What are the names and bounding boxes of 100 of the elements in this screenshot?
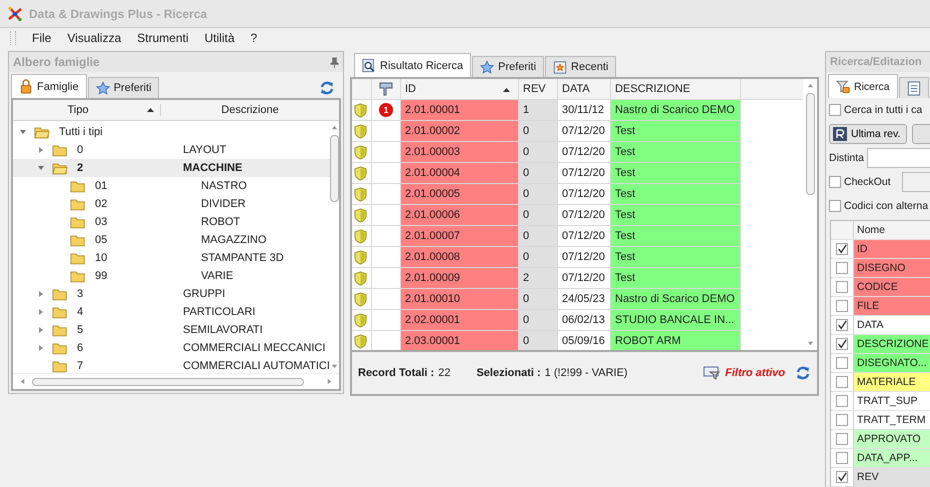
table-cell: Test — [611, 226, 741, 247]
funnel-icon — [836, 79, 850, 94]
checkbox[interactable] — [836, 281, 848, 293]
column-header[interactable]: DATA — [558, 79, 611, 100]
column-header[interactable]: Tipo — [13, 104, 143, 116]
refresh-icon[interactable] — [319, 80, 335, 96]
scrollbar[interactable] — [13, 373, 339, 389]
latest-revision-button[interactable]: Ultima rev. — [829, 124, 908, 144]
tab[interactable] — [898, 77, 929, 98]
checkbox[interactable] — [836, 376, 848, 388]
scroll-arrow-icon[interactable] — [330, 124, 338, 131]
tree-label: 05 — [95, 234, 108, 246]
expanded-arrow-icon[interactable] — [19, 128, 27, 136]
tree-row[interactable]: 05 MAGAZZINO — [13, 231, 330, 249]
tree-row[interactable]: 01 NASTRO — [13, 177, 330, 195]
checkbox[interactable] — [836, 433, 848, 445]
scroll-arrow-icon[interactable] — [806, 340, 814, 347]
table-cell: ROBOT ARM — [611, 331, 741, 350]
panel-title: Albero famiglie — [13, 55, 101, 69]
tree-row[interactable]: 02 DIVIDER — [13, 195, 330, 213]
column-header[interactable] — [372, 79, 401, 100]
input-field[interactable] — [867, 148, 930, 168]
field-label: Distinta — [829, 152, 864, 164]
tree-description: MACCHINE — [183, 162, 242, 174]
field-name: MATERIALE — [854, 373, 930, 392]
tree-row[interactable]: 03 ROBOT — [13, 213, 330, 231]
tree-label: 99 — [95, 270, 108, 282]
checkbox-label: Cerca in tutti i ca — [844, 104, 922, 116]
menu-item[interactable]: File — [24, 31, 60, 45]
checkbox[interactable] — [836, 262, 848, 274]
table-cell: 0 — [519, 310, 558, 331]
tree-row[interactable]: 99 VARIE — [13, 267, 330, 285]
checkbox[interactable] — [829, 176, 841, 188]
tree-label: 10 — [95, 252, 108, 264]
tree-row[interactable]: 6 COMMERCIALI MECCANICI — [13, 339, 330, 357]
document-icon — [906, 80, 921, 96]
shield-icon — [354, 102, 367, 118]
tab[interactable]: Preferiti — [472, 56, 544, 77]
menu-item[interactable]: ? — [242, 31, 266, 45]
table-cell: 2.01.00008 — [401, 247, 519, 268]
scroll-thumb[interactable] — [330, 135, 339, 202]
tree-row[interactable]: Tutti i tipi — [13, 123, 330, 141]
refresh-icon[interactable] — [795, 365, 811, 381]
tree-description: GRUPPI — [183, 288, 226, 300]
checkbox[interactable] — [836, 243, 848, 255]
pin-icon[interactable] — [330, 56, 339, 68]
tree-label: 03 — [95, 216, 108, 228]
status-value: 1 (!2!99 - VARIE) — [544, 367, 628, 379]
tree-row[interactable]: 5 SEMILAVORATI — [13, 321, 330, 339]
collapsed-arrow-icon[interactable] — [37, 326, 45, 334]
menu-item[interactable]: Visualizza — [59, 31, 130, 45]
tree-row[interactable]: 7 COMMERCIALI AUTOMATICI — [13, 357, 330, 375]
collapsed-arrow-icon[interactable] — [37, 344, 45, 352]
folder-icon — [52, 324, 68, 336]
tree-row[interactable]: 3 GRUPPI — [13, 285, 330, 303]
tree-description: MAGAZZINO — [201, 234, 266, 246]
tab[interactable]: Famiglie — [11, 74, 87, 98]
collapsed-arrow-icon[interactable] — [37, 146, 45, 154]
checkbox[interactable] — [836, 395, 848, 407]
tab[interactable]: Risultato Ricerca — [354, 53, 472, 77]
checkbox[interactable] — [836, 338, 848, 350]
menu-item[interactable]: Utilità — [196, 31, 243, 45]
tree-row[interactable]: 4 PARTICOLARI — [13, 303, 330, 321]
column-header[interactable]: Descrizione — [160, 104, 339, 116]
tree-description: COMMERCIALI MECCANICI — [183, 342, 326, 354]
tree-row[interactable]: 0 LAYOUT — [13, 141, 330, 159]
tree-row[interactable]: 10 STAMPANTE 3D — [13, 249, 330, 267]
checkbox[interactable] — [836, 414, 848, 426]
tab[interactable]: Preferiti — [88, 77, 160, 98]
folder-icon — [52, 306, 68, 318]
checkbox[interactable] — [836, 319, 848, 331]
collapsed-arrow-icon[interactable] — [37, 290, 45, 298]
tree-label: 02 — [95, 198, 108, 210]
tab[interactable]: Ricerca — [828, 74, 898, 98]
menu-item[interactable]: Strumenti — [129, 31, 197, 45]
tree-label: 5 — [77, 324, 84, 336]
scroll-thumb[interactable] — [32, 378, 304, 386]
checkbox[interactable] — [836, 471, 848, 483]
collapsed-arrow-icon[interactable] — [37, 308, 45, 316]
checkbox[interactable] — [829, 200, 841, 212]
filter-status[interactable]: Filtro attivo — [725, 367, 785, 379]
table-cell: 2.01.00006 — [401, 205, 519, 226]
scroll-arrow-icon[interactable] — [330, 363, 338, 370]
checkbox[interactable] — [836, 300, 848, 312]
checkbox[interactable] — [836, 452, 848, 464]
table-cell: 2.01.00010 — [401, 289, 519, 310]
scroll-arrow-icon[interactable] — [19, 378, 26, 385]
folder-icon — [52, 342, 68, 354]
scroll-thumb[interactable] — [806, 93, 814, 195]
scroll-arrow-icon[interactable] — [806, 82, 814, 89]
expanded-arrow-icon[interactable] — [37, 164, 45, 172]
scroll-arrow-icon[interactable] — [326, 378, 333, 385]
tree-row[interactable]: 2 MACCHINE — [13, 159, 330, 177]
tree-label: 7 — [77, 360, 84, 372]
table-cell: 2.01.00002 — [401, 121, 519, 142]
checkbox[interactable] — [829, 104, 841, 116]
shield-icon — [354, 186, 367, 202]
checkbox[interactable] — [836, 357, 848, 369]
tab[interactable]: Recenti — [545, 56, 616, 77]
shield-icon — [354, 312, 367, 328]
